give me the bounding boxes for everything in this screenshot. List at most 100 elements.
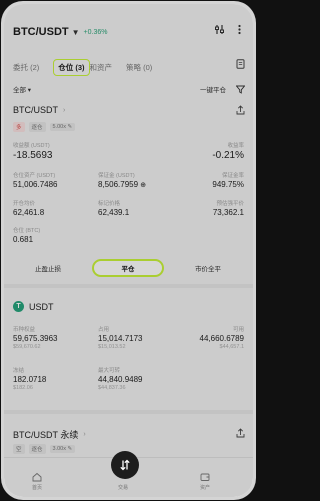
position2-tags: 空 逐仓 3.00x ✎ <box>13 444 79 454</box>
qty-value: 0.681 <box>13 235 34 244</box>
document-icon[interactable] <box>236 59 245 69</box>
asset-title: T USDT <box>13 301 54 312</box>
used-value: 15,014.7173 <box>98 334 143 343</box>
chevron-right-icon: › <box>63 106 66 114</box>
max-transfer-label: 最大可转 <box>98 368 121 374</box>
max-transfer-value: 44,840.9489 <box>98 375 143 384</box>
filter-bar: 全部 ▾ 一键平仓 <box>13 84 245 94</box>
size-label: 仓位资产 (USDT) <box>13 173 56 179</box>
size-value: 51,006.7486 <box>13 180 58 189</box>
pnl-cell: 收益额 (USDT) -18.5693 <box>13 141 52 161</box>
position-tags: 多 逐仓 5.00x ✎ <box>13 122 79 132</box>
equity-cell: 币种权益 59,675.3963 $59,670.62 <box>13 325 58 350</box>
nav-assets[interactable]: 资产 <box>200 472 210 491</box>
nav-trade-label: 交易 <box>118 485 129 491</box>
phone-frame: BTC/USDT ▼ +0.36% 委托 (2) 仓位 (3) 和资产 策略 (… <box>1 1 256 500</box>
margin-mode-badge: 逐仓 <box>28 122 46 132</box>
roi-value: -0.21% <box>212 150 244 161</box>
used-label: 占用 <box>98 327 110 333</box>
side-badge: 空 <box>13 444 25 454</box>
roi-cell: 收益率 -0.21% <box>212 141 244 161</box>
filter-right: 一键平仓 <box>200 84 245 94</box>
pnl-value: -18.5693 <box>13 150 53 161</box>
avail-sub: $44,657.1 <box>219 344 244 350</box>
usdt-logo-icon: T <box>13 301 24 312</box>
max-transfer-cell: 最大可转 44,840.9489 $44,837.36 <box>98 366 143 391</box>
side-badge: 多 <box>13 122 25 132</box>
avail-cell: 可用 44,660.6789 $44,657.1 <box>200 325 245 350</box>
wallet-icon <box>200 473 210 481</box>
position2-title[interactable]: BTC/USDT 永续 › <box>13 428 86 441</box>
ratio-cell: 保证金率 949.75% <box>212 171 244 189</box>
position-title-text: BTC/USDT <box>13 105 58 115</box>
leverage-badge[interactable]: 5.00x ✎ <box>49 123 76 131</box>
margin-value-row: 8,506.7959 ⊕ <box>98 180 146 189</box>
tab-bar: 委托 (2) 仓位 (3) 和资产 策略 (0) <box>13 59 152 76</box>
liq-label: 预估强平价 <box>216 201 244 207</box>
ratio-label: 保证金率 <box>221 173 244 179</box>
position-title[interactable]: BTC/USDT › <box>13 105 65 115</box>
pair-selector[interactable]: BTC/USDT ▼ +0.36% <box>13 26 107 38</box>
close-position-button[interactable]: 平仓 <box>92 259 164 277</box>
ratio-value: 949.75% <box>212 180 244 189</box>
qty-cell: 仓位 (BTC) 0.681 <box>13 226 40 244</box>
leverage-label: 5.00x <box>52 124 66 130</box>
share-icon[interactable] <box>236 105 245 115</box>
margin-label: 保证金 (USDT) <box>98 173 135 179</box>
pnl-label: 收益额 (USDT) <box>13 143 50 149</box>
pair-title: BTC/USDT <box>13 26 69 38</box>
tp-sl-button[interactable]: 止盈止损 <box>13 259 83 277</box>
entry-cell: 开仓均价 62,461.8 <box>13 199 44 217</box>
modal-overlay <box>4 4 253 497</box>
liq-value: 73,362.1 <box>212 208 244 217</box>
frozen-cell: 冻结 182.0718 $182.06 <box>13 366 46 391</box>
filter-icon[interactable] <box>236 85 245 94</box>
share-icon[interactable] <box>236 428 245 438</box>
frozen-sub: $182.06 <box>13 385 33 391</box>
equity-value: 59,675.3963 <box>13 334 58 343</box>
mark-cell: 标记价格 62,439.1 <box>98 199 129 217</box>
mark-value: 62,439.1 <box>98 208 130 217</box>
chevron-right-icon: › <box>83 431 86 438</box>
used-sub: $15,013.52 <box>98 344 126 350</box>
section-divider <box>4 284 253 288</box>
section-divider-2 <box>4 410 253 414</box>
tab-strategy[interactable]: 策略 (0) <box>126 62 152 73</box>
swap-arrows-icon <box>120 459 130 471</box>
filter-all[interactable]: 全部 ▾ <box>13 84 31 94</box>
nav-home[interactable]: 首页 <box>32 472 42 491</box>
app-screen: BTC/USDT ▼ +0.36% 委托 (2) 仓位 (3) 和资产 策略 (… <box>4 4 253 497</box>
market-close-button[interactable]: 市价全平 <box>172 259 244 277</box>
tab-positions-suffix[interactable]: 和资产 <box>90 62 113 73</box>
more-icon[interactable] <box>234 24 245 35</box>
leverage-badge[interactable]: 3.00x ✎ <box>49 445 76 453</box>
nav-home-label: 首页 <box>32 485 43 491</box>
trade-fab-button[interactable] <box>111 451 139 479</box>
asset-coin: USDT <box>29 301 54 312</box>
frozen-value: 182.0718 <box>13 375 47 384</box>
margin-cell: 保证金 (USDT) 8,506.7959 ⊕ <box>98 171 146 189</box>
margin-mode-badge: 逐仓 <box>28 444 46 454</box>
size-cell: 仓位资产 (USDT) 51,006.7486 <box>13 171 58 189</box>
home-icon <box>32 472 42 482</box>
qty-label: 仓位 (BTC) <box>13 228 41 234</box>
header-actions <box>214 24 245 35</box>
settings-sliders-icon[interactable] <box>214 24 225 35</box>
leverage-label: 3.00x <box>52 446 66 452</box>
mark-label: 标记价格 <box>98 201 121 207</box>
nav-assets-label: 资产 <box>200 485 211 491</box>
roi-label: 收益率 <box>227 143 244 149</box>
chevron-down-icon: ▼ <box>71 27 80 37</box>
used-cell: 占用 15,014.7173 $15,013.52 <box>98 325 143 350</box>
tab-orders[interactable]: 委托 (2) <box>13 62 39 73</box>
tab-positions[interactable]: 仓位 (3) <box>53 59 90 76</box>
avail-value: 44,660.6789 <box>199 334 245 343</box>
change-percent: +0.36% <box>83 28 108 36</box>
liq-cell: 预估强平价 73,362.1 <box>213 199 244 217</box>
nav-trade[interactable]: 交易 <box>118 484 128 491</box>
max-transfer-sub: $44,837.36 <box>98 385 126 391</box>
close-all-link[interactable]: 一键平仓 <box>200 84 226 94</box>
entry-label: 开仓均价 <box>13 201 36 207</box>
add-margin-icon[interactable]: ⊕ <box>140 182 146 189</box>
position2-title-text: BTC/USDT 永续 <box>13 430 79 440</box>
